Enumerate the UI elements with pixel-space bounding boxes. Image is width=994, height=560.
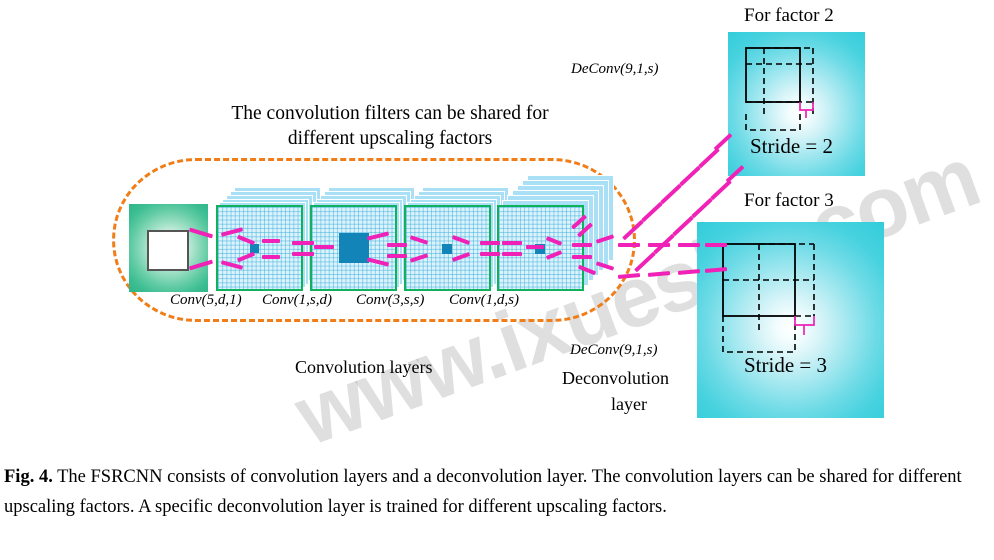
leader-dash-f2	[660, 183, 682, 205]
figure-canvas: www.ixueshu.com The convolution filters …	[0, 0, 994, 558]
arrow-dash	[502, 252, 522, 256]
factor-2-output-block: Stride = 2	[728, 32, 865, 176]
conv-label-2: Conv(1,s,d)	[262, 292, 332, 308]
feature-map-stack-4	[497, 175, 627, 295]
convolution-layers-label: Convolution layers	[295, 357, 433, 377]
leader-dash-f3	[647, 271, 671, 277]
arrow-dash	[262, 239, 280, 243]
filter-kernel-marker	[339, 233, 369, 263]
arrow-dash	[502, 241, 522, 245]
deconvolution-layer-label-line2: layer	[611, 394, 647, 414]
input-receptive-field-square	[147, 230, 189, 271]
arrow-dash	[572, 243, 592, 247]
conv-label-3: Conv(3,s,s)	[356, 292, 425, 308]
arrow-dash	[314, 245, 334, 249]
arrow-dash	[526, 245, 544, 249]
leader-dash-f2	[634, 251, 656, 273]
figure-caption: Fig. 4. The FSRCNN consists of convoluti…	[4, 462, 988, 522]
arrow-dash	[292, 252, 314, 256]
conv-label-1: Conv(5,d,1)	[170, 292, 242, 308]
factor-3-stride-label: Stride = 3	[744, 353, 828, 377]
arrow-dash	[572, 255, 592, 259]
factor-3-heading: For factor 3	[744, 190, 834, 211]
leader-dash-f3	[648, 243, 670, 247]
arrow-dash	[387, 254, 407, 258]
conv-label-4: Conv(1,d,s)	[449, 292, 519, 308]
factor-2-heading: For factor 2	[744, 5, 834, 26]
leader-dash-f2	[691, 197, 713, 219]
leader-dash-f3	[618, 243, 640, 247]
leader-dash-f2	[672, 215, 694, 237]
arrow-dash	[387, 243, 407, 247]
feature-map-front	[216, 205, 303, 291]
leader-dash-f3	[705, 243, 727, 247]
deconv-math-bottom: DeConv(9,1,s)	[570, 342, 658, 358]
leader-dash-f2	[710, 179, 732, 201]
leader-dash-f3	[678, 243, 700, 247]
leader-dash-f2	[641, 201, 663, 223]
arrow-dash	[480, 241, 500, 245]
feature-map-front	[404, 205, 491, 291]
factor-2-stride-label: Stride = 2	[750, 134, 834, 158]
caption-text: The FSRCNN consists of convolution layer…	[4, 467, 962, 517]
arrow-dash	[480, 252, 500, 256]
arrow-dash	[292, 241, 314, 245]
input-image-patch	[129, 204, 208, 292]
leader-dash-f2	[679, 165, 701, 187]
factor-3-output-block: Stride = 3	[697, 222, 884, 418]
leader-dash-f3	[617, 273, 641, 279]
conv-shared-title: The convolution filters can be shared fo…	[231, 103, 549, 149]
deconv-math-top: DeConv(9,1,s)	[571, 61, 659, 77]
arrow-dash	[262, 255, 280, 259]
deconvolution-layer-label-line1: Deconvolution	[562, 368, 669, 388]
caption-figure-number: Fig. 4.	[4, 467, 53, 487]
leader-dash-f2	[698, 147, 720, 169]
filter-kernel-marker	[442, 244, 452, 254]
factor-3-stride-diagram	[722, 243, 815, 353]
